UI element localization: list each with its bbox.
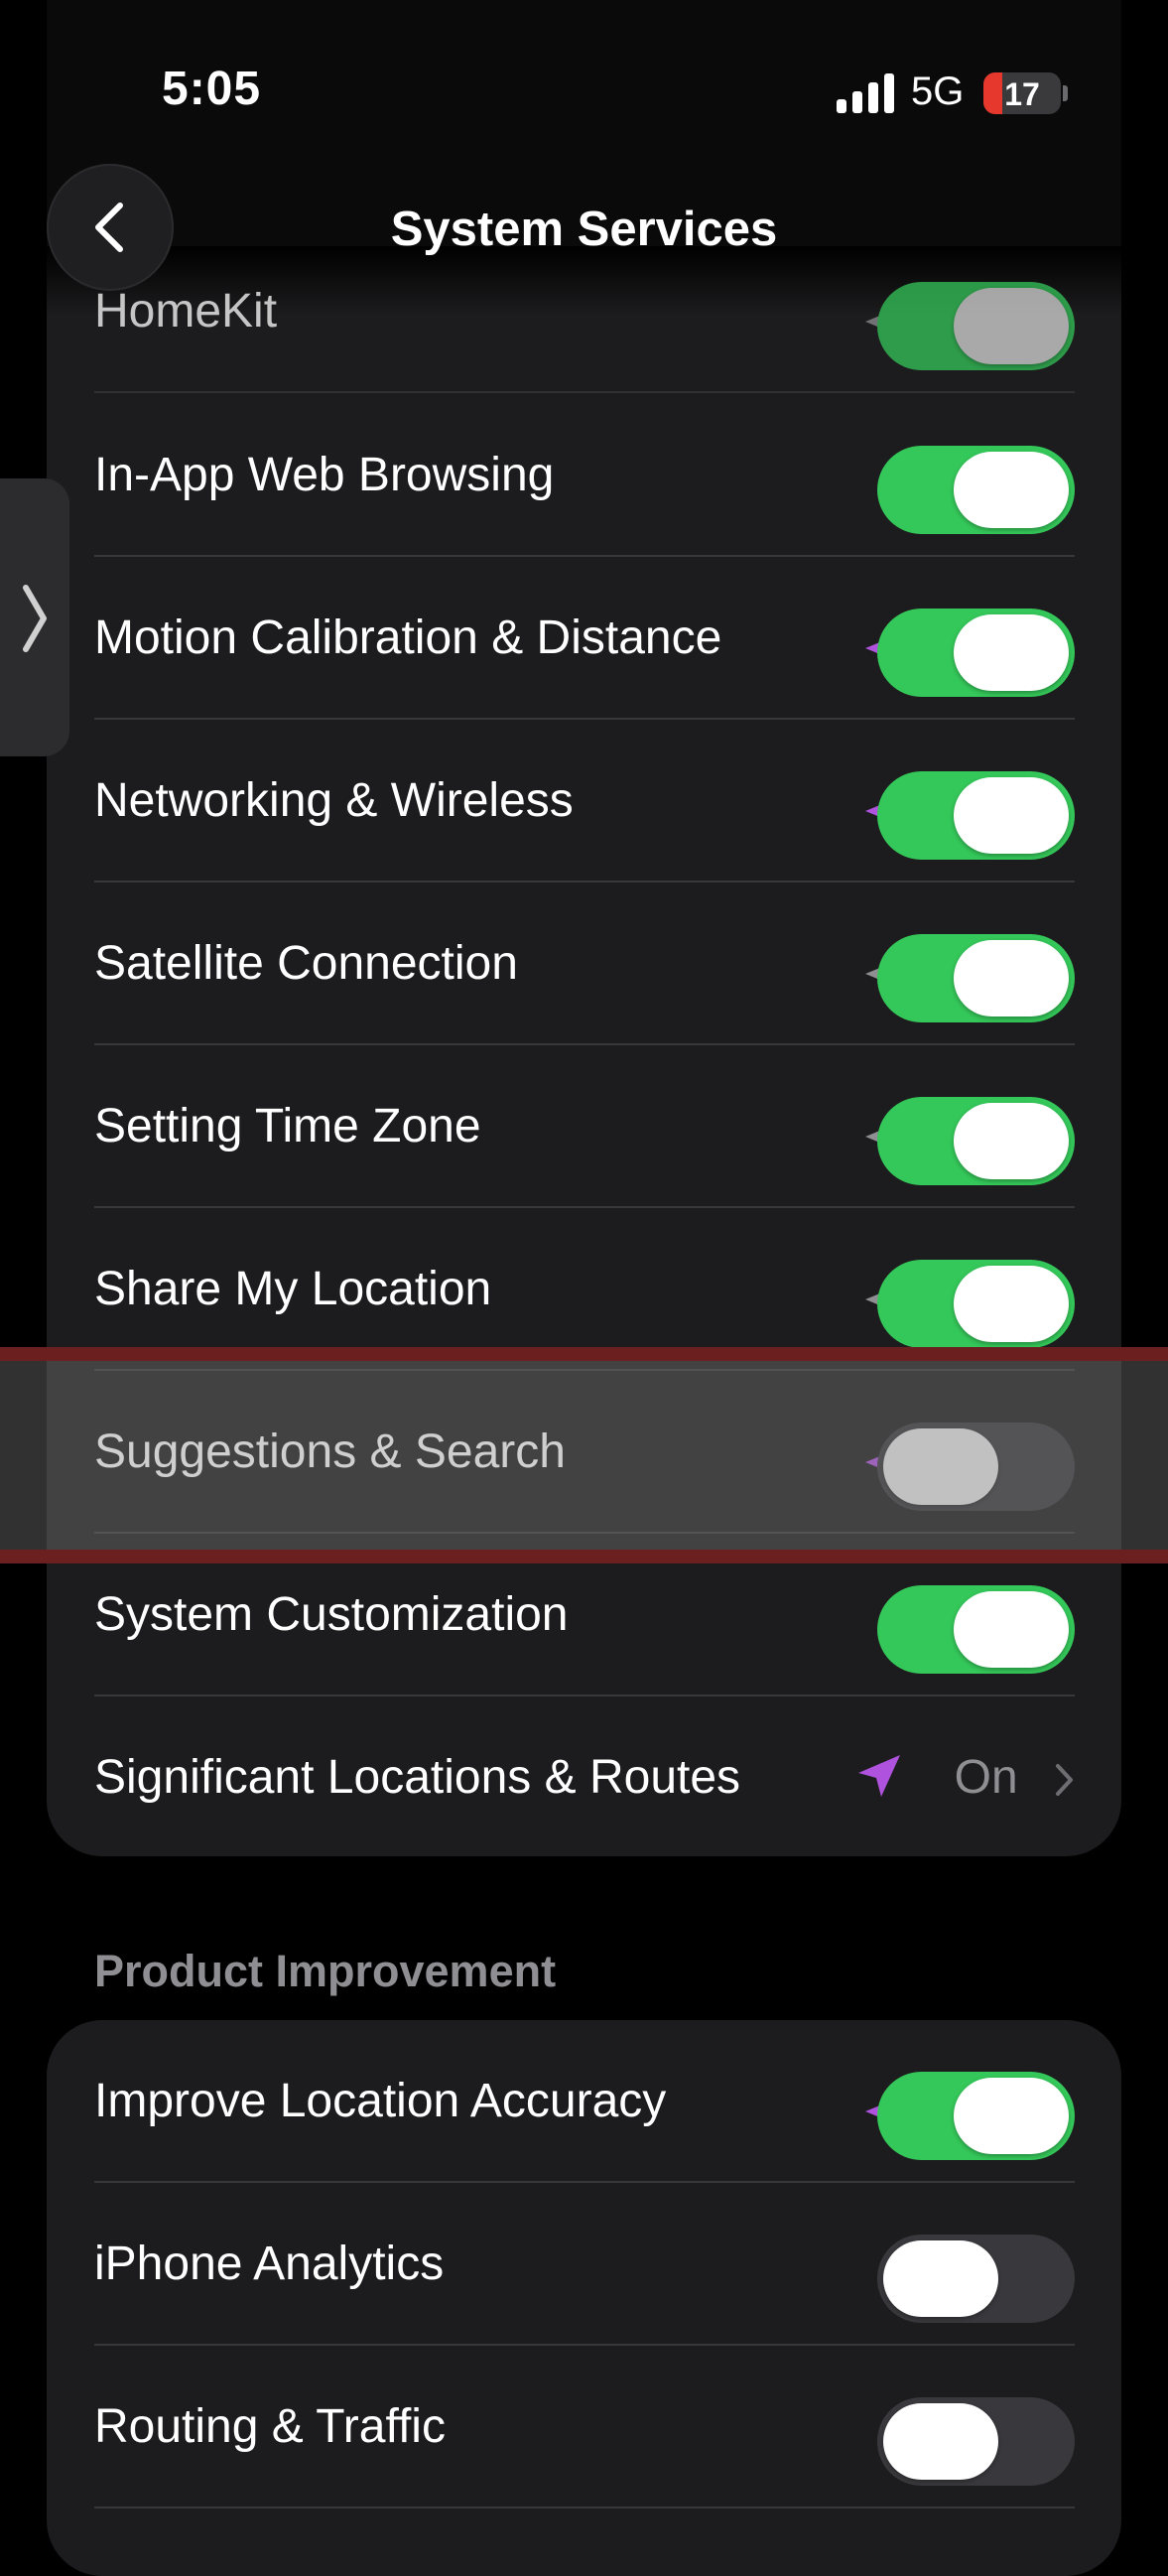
chevron-right-icon: [23, 585, 47, 652]
networking-wireless-toggle[interactable]: [877, 771, 1075, 860]
row-label: Suggestions & Search: [94, 1425, 566, 1478]
significant-locations-detail: On: [955, 1696, 1075, 1859]
page-title: System Services: [390, 203, 778, 256]
improve-location-accuracy-toggle[interactable]: [877, 2072, 1075, 2160]
row-suggestions-search[interactable]: Suggestions & Search: [47, 1371, 1121, 1534]
homekit-toggle[interactable]: [877, 282, 1075, 370]
battery-cap: [1063, 85, 1068, 101]
row-label: In-App Web Browsing: [94, 449, 555, 501]
row-improve-location-accuracy[interactable]: Improve Location Accuracy: [47, 2020, 1121, 2183]
row-label: Satellite Connection: [94, 937, 518, 990]
row-system-customization[interactable]: System Customization: [47, 1534, 1121, 1696]
row-label: Networking & Wireless: [94, 774, 574, 827]
section-header-product-improvement: Product Improvement: [94, 1946, 557, 1996]
status-time: 5:05: [162, 63, 262, 115]
row-label: Setting Time Zone: [94, 1100, 481, 1152]
row-in-app-web-browsing[interactable]: In-App Web Browsing: [47, 394, 1121, 557]
row-label: System Customization: [94, 1588, 569, 1641]
suggestions-search-toggle[interactable]: [877, 1423, 1075, 1511]
detail-value: On: [954, 1751, 1018, 1804]
row-share-my-location[interactable]: Share My Location: [47, 1208, 1121, 1371]
row-significant-locations[interactable]: Significant Locations & Routes On: [47, 1696, 1121, 1859]
satellite-connection-toggle[interactable]: [877, 934, 1075, 1022]
row-label: Significant Locations & Routes: [94, 1751, 741, 1804]
row-setting-time-zone[interactable]: Setting Time Zone: [47, 1045, 1121, 1208]
system-customization-toggle[interactable]: [877, 1585, 1075, 1674]
row-routing-traffic[interactable]: Routing & Traffic: [47, 2346, 1121, 2508]
setting-time-zone-toggle[interactable]: [877, 1097, 1075, 1185]
location-arrow-icon: [858, 1755, 900, 1797]
row-label: Routing & Traffic: [94, 2400, 446, 2453]
share-my-location-toggle[interactable]: [877, 1260, 1075, 1348]
side-panel-handle[interactable]: [0, 478, 69, 756]
row-separator: [94, 2507, 1075, 2508]
in-app-web-browsing-toggle[interactable]: [877, 446, 1075, 534]
battery-level: 17: [1004, 76, 1040, 112]
row-label: Share My Location: [94, 1263, 492, 1315]
routing-traffic-toggle[interactable]: [877, 2397, 1075, 2486]
row-label: Motion Calibration & Distance: [94, 611, 722, 664]
row-separator: [94, 391, 1075, 393]
iphone-analytics-toggle[interactable]: [877, 2235, 1075, 2323]
row-iphone-analytics[interactable]: iPhone Analytics: [47, 2183, 1121, 2346]
row-satellite-connection[interactable]: Satellite Connection: [47, 882, 1121, 1045]
network-type: 5G: [911, 69, 965, 113]
row-label: iPhone Analytics: [94, 2237, 445, 2290]
motion-calibration-toggle[interactable]: [877, 609, 1075, 697]
battery-icon: 17: [983, 72, 1061, 114]
row-motion-calibration[interactable]: Motion Calibration & Distance: [47, 557, 1121, 720]
row-label: Improve Location Accuracy: [94, 2075, 667, 2127]
chevron-right-icon: [1056, 1764, 1073, 1797]
row-networking-wireless[interactable]: Networking & Wireless: [47, 720, 1121, 882]
signal-bars-icon: [837, 73, 894, 113]
